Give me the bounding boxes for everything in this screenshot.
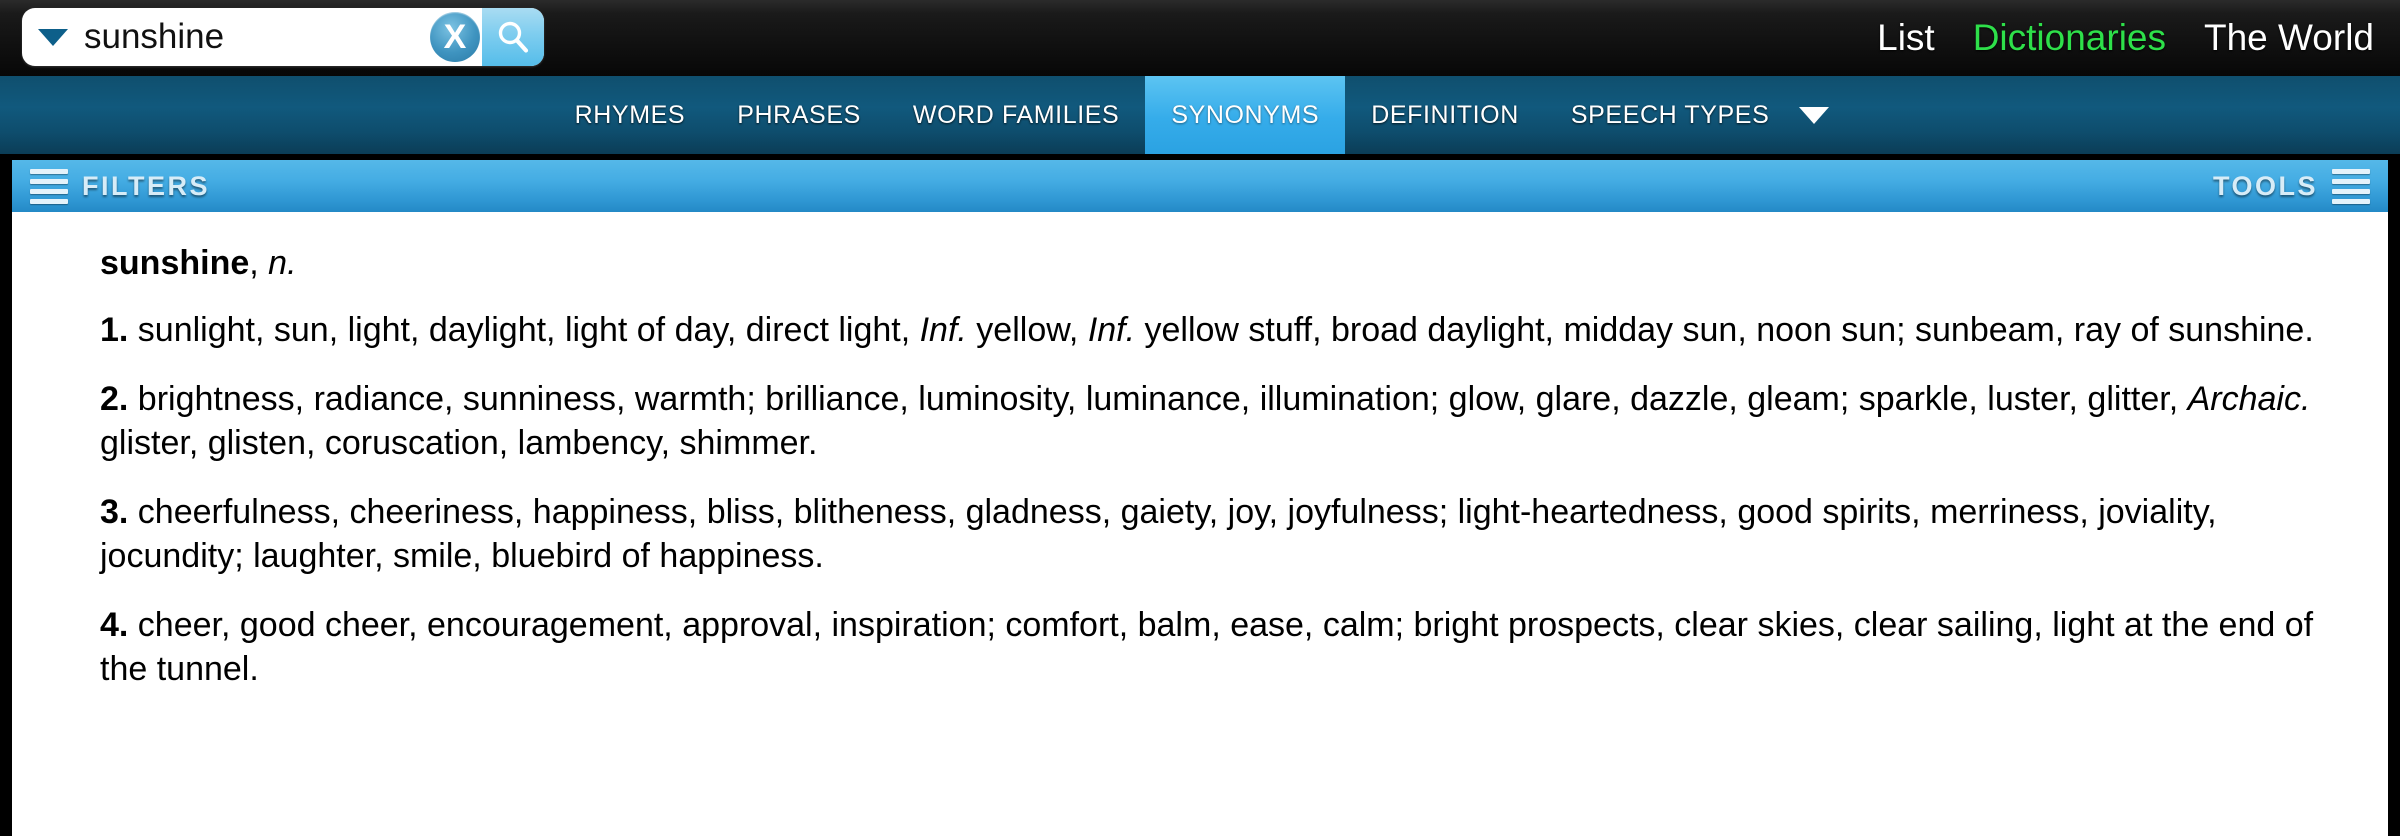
sense-number: 3. (100, 493, 129, 532)
caret-down-icon[interactable] (38, 28, 68, 46)
sense-text: cheerfulness, cheeriness, happiness, bli… (100, 493, 2217, 575)
top-navigation: List Dictionaries The World (1877, 0, 2374, 76)
filters-label: FILTERS (82, 170, 210, 201)
sense-text: yellow stuff, broad daylight, midday sun… (1135, 310, 2314, 349)
magnifier-icon (494, 18, 532, 56)
tab-bar: RHYMES PHRASES WORD FAMILIES SYNONYMS DE… (0, 76, 2400, 154)
filter-tools-bar: FILTERS TOOLS (12, 160, 2388, 212)
caret-down-icon (1799, 106, 1830, 124)
search-input[interactable] (68, 17, 430, 57)
app-window: X List Dictionaries The World RHYMES PHR… (0, 0, 2400, 836)
topnav-item-list[interactable]: List (1877, 17, 1935, 59)
sense-item: 4. cheer, good cheer, encouragement, app… (100, 604, 2354, 691)
sense-item: 3. cheerfulness, cheeriness, happiness, … (100, 491, 2354, 578)
tab-speech-types[interactable]: SPEECH TYPES (1545, 76, 1795, 154)
tab-definition[interactable]: DEFINITION (1345, 76, 1545, 154)
filters-button[interactable]: FILTERS (30, 168, 210, 204)
sense-item: 1. sunlight, sun, light, daylight, light… (100, 309, 2354, 353)
entry-content: sunshine, n. 1. sunlight, sun, light, da… (12, 212, 2388, 836)
tab-synonyms[interactable]: SYNONYMS (1145, 76, 1346, 154)
part-of-speech: n. (268, 244, 297, 282)
sense-text: glister, glisten, coruscation, lambency,… (100, 423, 818, 462)
headword-comma: , (249, 244, 269, 282)
tab-list: RHYMES PHRASES WORD FAMILIES SYNONYMS DE… (549, 76, 1852, 154)
sense-number: 2. (100, 380, 129, 419)
sense-number: 4. (100, 606, 129, 645)
sense-text: sunlight, sun, light, daylight, light of… (128, 310, 920, 349)
tools-button[interactable]: TOOLS (2212, 168, 2370, 204)
tab-phrases[interactable]: PHRASES (711, 76, 887, 154)
sense-text: yellow, (966, 310, 1088, 349)
sense-usage-label: Archaic. (2187, 380, 2311, 419)
topnav-item-dictionaries[interactable]: Dictionaries (1973, 17, 2166, 59)
clear-search-button[interactable]: X (430, 12, 480, 62)
sense-list: 1. sunlight, sun, light, daylight, light… (100, 309, 2354, 692)
headword-text: sunshine (100, 244, 250, 282)
sense-usage-label: Inf. (919, 310, 967, 349)
sense-item: 2. brightness, radiance, sunniness, warm… (100, 378, 2354, 465)
tab-rhymes[interactable]: RHYMES (549, 76, 712, 154)
tab-overflow-button[interactable] (1795, 76, 1851, 154)
entry-headword: sunshine, n. (100, 242, 2354, 285)
tools-label: TOOLS (2212, 170, 2318, 201)
hamburger-icon (30, 168, 68, 204)
sense-number: 1. (100, 310, 129, 349)
hamburger-icon (2332, 168, 2370, 204)
sense-text: cheer, good cheer, encouragement, approv… (100, 606, 2314, 688)
sense-text: brightness, radiance, sunniness, warmth;… (128, 380, 2188, 419)
search-bar[interactable]: X (22, 8, 544, 66)
topnav-item-the-world[interactable]: The World (2204, 17, 2374, 59)
sense-usage-label: Inf. (1087, 310, 1136, 349)
tab-word-families[interactable]: WORD FAMILIES (887, 76, 1145, 154)
search-submit-button[interactable] (482, 8, 544, 66)
top-bar: X List Dictionaries The World (0, 0, 2400, 76)
